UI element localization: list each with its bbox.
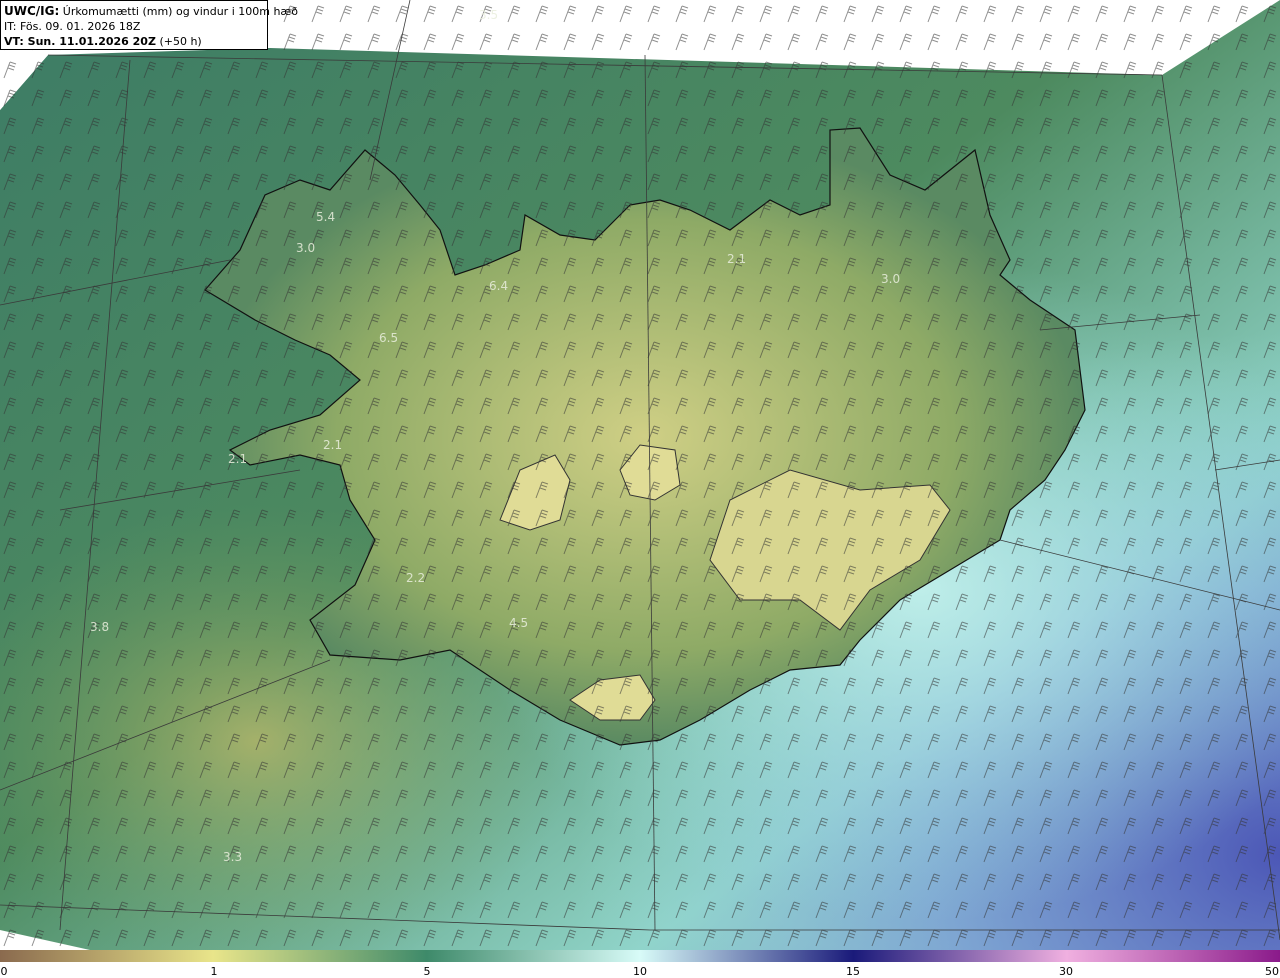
value-label: 6.4	[489, 279, 509, 293]
product-code: UWC/IG:	[4, 4, 60, 18]
colorbar-tick: 0	[0, 965, 8, 978]
product-description: Úrkomumætti (mm) og vindur i 100m hæð	[62, 5, 298, 18]
wind-barbs	[0, 0, 1280, 950]
value-label: 3.8	[90, 620, 110, 634]
valid-time-offset: (+50 h)	[159, 35, 202, 48]
value-label: 3.3	[223, 850, 243, 864]
colorbar-tick: 50	[1265, 965, 1279, 978]
value-label: 3.0	[881, 272, 901, 286]
value-label: 3.5	[479, 8, 499, 22]
value-label: 2.1	[323, 438, 343, 452]
value-label: 2.2	[406, 571, 426, 585]
colorbar-tick: 30	[1059, 965, 1073, 978]
colorbar-tick: 15	[846, 965, 860, 978]
value-label: 2.1	[228, 452, 248, 466]
map-info-box: UWC/IG: Úrkomumætti (mm) og vindur i 100…	[0, 0, 298, 50]
colorbar: 0 1 5 10 15 30 50	[0, 950, 1280, 978]
value-label: 3.0	[296, 241, 316, 255]
value-label: 4.5	[509, 616, 529, 630]
weather-map	[0, 0, 1280, 950]
value-label: 2.1	[727, 252, 747, 266]
colorbar-tick: 5	[423, 965, 431, 978]
map-svg	[0, 0, 1280, 950]
initial-time: IT: Fös. 09. 01. 2026 18Z	[4, 20, 141, 33]
colorbar-gradient	[0, 950, 1280, 962]
colorbar-tick: 1	[210, 965, 218, 978]
colorbar-tick: 10	[633, 965, 647, 978]
valid-time: VT: Sun. 11.01.2026 20Z	[4, 35, 156, 48]
value-label: 6.5	[379, 331, 399, 345]
value-label: 5.4	[316, 210, 336, 224]
